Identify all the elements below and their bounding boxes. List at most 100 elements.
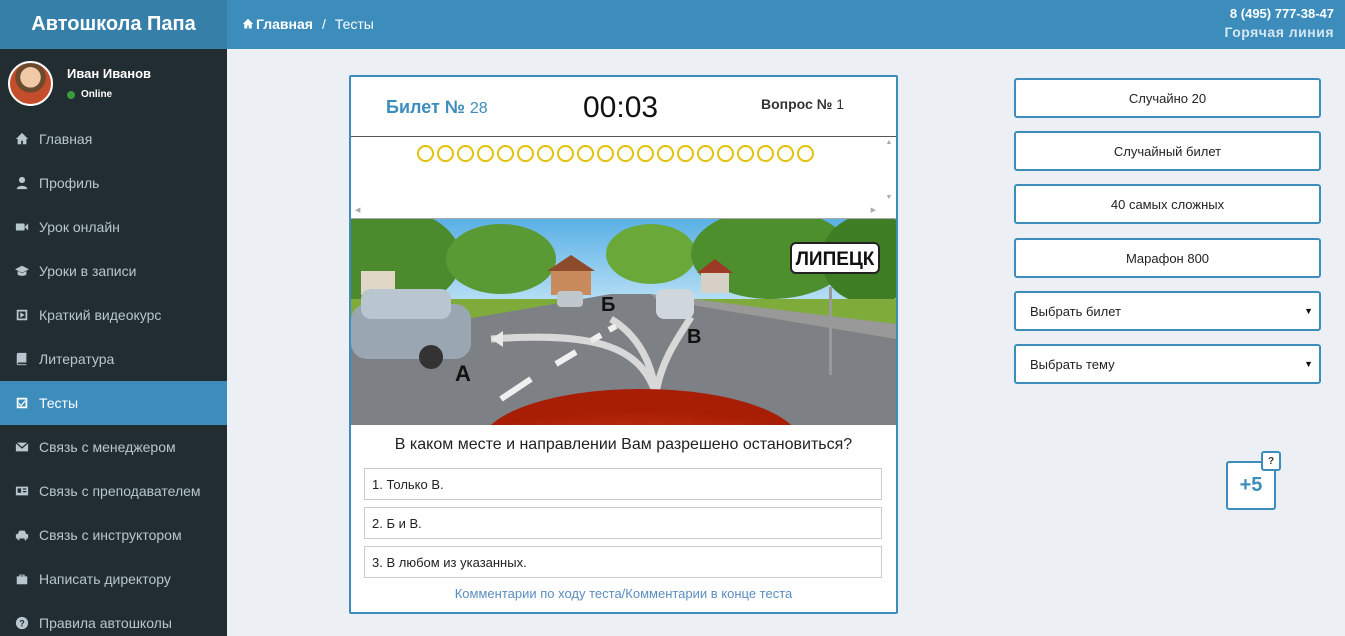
mark-c: В xyxy=(687,326,701,348)
sidebar-item-manager-contact[interactable]: Связь с менеджером xyxy=(0,425,227,469)
sidebar-item-label: Связь с преподавателем xyxy=(39,483,201,499)
sidebar-item-short-videocourse[interactable]: Краткий видеокурс xyxy=(0,293,227,337)
question-progress-circle[interactable] xyxy=(677,145,694,162)
user-icon xyxy=(15,176,29,190)
hardest-40-button[interactable]: 40 самых сложных xyxy=(1014,184,1321,224)
breadcrumb-home-label: Главная xyxy=(256,16,313,32)
scroll-down-icon[interactable]: ▼ xyxy=(886,194,893,201)
select-ticket-label: Выбрать билет xyxy=(1030,303,1122,319)
hotline-label: Горячая линия xyxy=(1224,24,1334,40)
marathon-800-button[interactable]: Марафон 800 xyxy=(1014,238,1321,278)
question-progress-circle[interactable] xyxy=(777,145,794,162)
select-topic-dropdown[interactable]: Выбрать тему ▼ xyxy=(1014,344,1321,384)
random-20-button[interactable]: Случайно 20 xyxy=(1014,78,1321,118)
horizontal-scrollbar[interactable]: ◀ ▶ xyxy=(355,205,876,215)
sidebar-item-recorded-lessons[interactable]: Уроки в записи xyxy=(0,249,227,293)
sidebar-item-home[interactable]: Главная xyxy=(0,117,227,161)
sidebar-item-teacher-contact[interactable]: Связь с преподавателем xyxy=(0,469,227,513)
help-icon[interactable]: ? xyxy=(1261,451,1281,471)
sidebar-item-label: Правила автошколы xyxy=(39,615,172,631)
sidebar-item-write-director[interactable]: Написать директору xyxy=(0,557,227,601)
question-progress-circle[interactable] xyxy=(417,145,434,162)
play-square-icon xyxy=(15,308,29,322)
question-progress-circle[interactable] xyxy=(537,145,554,162)
user-panel: Иван Иванов Online xyxy=(0,49,227,117)
question-progress-circle[interactable] xyxy=(517,145,534,162)
question-number-value: 1 xyxy=(836,96,844,112)
envelope-icon xyxy=(15,440,29,454)
question-progress-circle[interactable] xyxy=(637,145,654,162)
id-card-icon xyxy=(15,484,29,498)
comments-link[interactable]: Комментарии по ходу теста/Комментарии в … xyxy=(351,586,896,601)
dropdown-arrow-icon: ▼ xyxy=(1304,359,1313,369)
sidebar-item-label: Урок онлайн xyxy=(39,219,120,235)
user-name: Иван Иванов xyxy=(67,66,152,81)
sidebar-item-label: Профиль xyxy=(39,175,100,191)
sidebar-item-tests[interactable]: Тесты xyxy=(0,381,227,425)
select-ticket-dropdown[interactable]: Выбрать билет ▼ xyxy=(1014,291,1321,331)
app-logo[interactable]: Автошкола Папа xyxy=(0,0,227,49)
sidebar-item-label: Тесты xyxy=(39,395,79,411)
sidebar-item-label: Краткий видеокурс xyxy=(39,307,162,323)
question-progress-circle[interactable] xyxy=(597,145,614,162)
question-progress-circle[interactable] xyxy=(737,145,754,162)
random-ticket-button[interactable]: Случайный билет xyxy=(1014,131,1321,171)
sidebar-item-label: Литература xyxy=(39,351,115,367)
sidebar-item-label: Уроки в записи xyxy=(39,263,137,279)
book-icon xyxy=(15,352,29,366)
select-topic-label: Выбрать тему xyxy=(1030,356,1115,372)
breadcrumb-separator: / xyxy=(321,16,326,32)
scroll-left-icon[interactable]: ◀ xyxy=(355,206,360,214)
sidebar-item-instructor-contact[interactable]: Связь с инструктором xyxy=(0,513,227,557)
hotline-phone[interactable]: 8 (495) 777-38-47 xyxy=(1224,6,1334,21)
breadcrumb: Главная / Тесты xyxy=(242,16,374,32)
question-progress-circle[interactable] xyxy=(497,145,514,162)
status-text: Online xyxy=(81,89,113,100)
question-progress-circle[interactable] xyxy=(477,145,494,162)
scroll-up-icon[interactable]: ▲ xyxy=(886,139,893,146)
question-progress-circle[interactable] xyxy=(577,145,594,162)
question-circle-icon: ? xyxy=(15,616,29,630)
question-progress-circle[interactable] xyxy=(717,145,734,162)
question-image: ЛИПЕЦК А Б В xyxy=(351,219,896,425)
question-progress-circle[interactable] xyxy=(457,145,474,162)
mark-b: Б xyxy=(601,294,615,316)
vertical-scrollbar[interactable]: ▲ ▼ xyxy=(884,139,894,201)
video-camera-icon xyxy=(15,220,29,234)
breadcrumb-current: Тесты xyxy=(334,16,374,32)
online-dot-icon xyxy=(67,90,75,99)
car-icon xyxy=(15,528,29,542)
question-text: В каком месте и направлении Вам разрешен… xyxy=(394,436,853,453)
breadcrumb-home-link[interactable]: Главная xyxy=(242,16,313,32)
question-progress-circle[interactable] xyxy=(757,145,774,162)
answer-option-2[interactable]: 2. Б и В. xyxy=(364,507,882,539)
question-progress-circle[interactable] xyxy=(657,145,674,162)
ticket-label: Билет № xyxy=(386,97,465,117)
question-progress-circle[interactable] xyxy=(697,145,714,162)
question-label: Вопрос № xyxy=(760,96,833,112)
answer-option-1[interactable]: 1. Только В. xyxy=(364,468,882,500)
question-progress-box: ▲ ▼ ◀ ▶ xyxy=(351,137,896,219)
sidebar: Автошкола Папа Иван Иванов Online Главна… xyxy=(0,0,227,636)
sidebar-item-label: Написать директору xyxy=(39,571,171,587)
mark-a: А xyxy=(455,361,471,386)
user-status: Online xyxy=(67,89,151,100)
question-progress-circle[interactable] xyxy=(437,145,454,162)
sidebar-item-online-lesson[interactable]: Урок онлайн xyxy=(0,205,227,249)
test-timer: 00:03 xyxy=(583,91,659,124)
sidebar-item-literature[interactable]: Литература xyxy=(0,337,227,381)
sidebar-item-label: Главная xyxy=(39,131,93,147)
city-sign-text: ЛИПЕЦК xyxy=(796,249,875,270)
answer-option-3[interactable]: 3. В любом из указанных. xyxy=(364,546,882,578)
check-square-icon xyxy=(15,396,29,410)
scroll-right-icon[interactable]: ▶ xyxy=(871,206,876,214)
sidebar-item-school-rules[interactable]: ? Правила автошколы xyxy=(0,601,227,636)
question-progress-circle[interactable] xyxy=(557,145,574,162)
hotline: 8 (495) 777-38-47 Горячая линия xyxy=(1224,6,1334,40)
sidebar-item-label: Связь с инструктором xyxy=(39,527,182,543)
question-progress-circle[interactable] xyxy=(797,145,814,162)
sidebar-item-profile[interactable]: Профиль xyxy=(0,161,227,205)
question-progress-circle[interactable] xyxy=(617,145,634,162)
svg-text:?: ? xyxy=(19,619,24,629)
briefcase-icon xyxy=(15,572,29,586)
